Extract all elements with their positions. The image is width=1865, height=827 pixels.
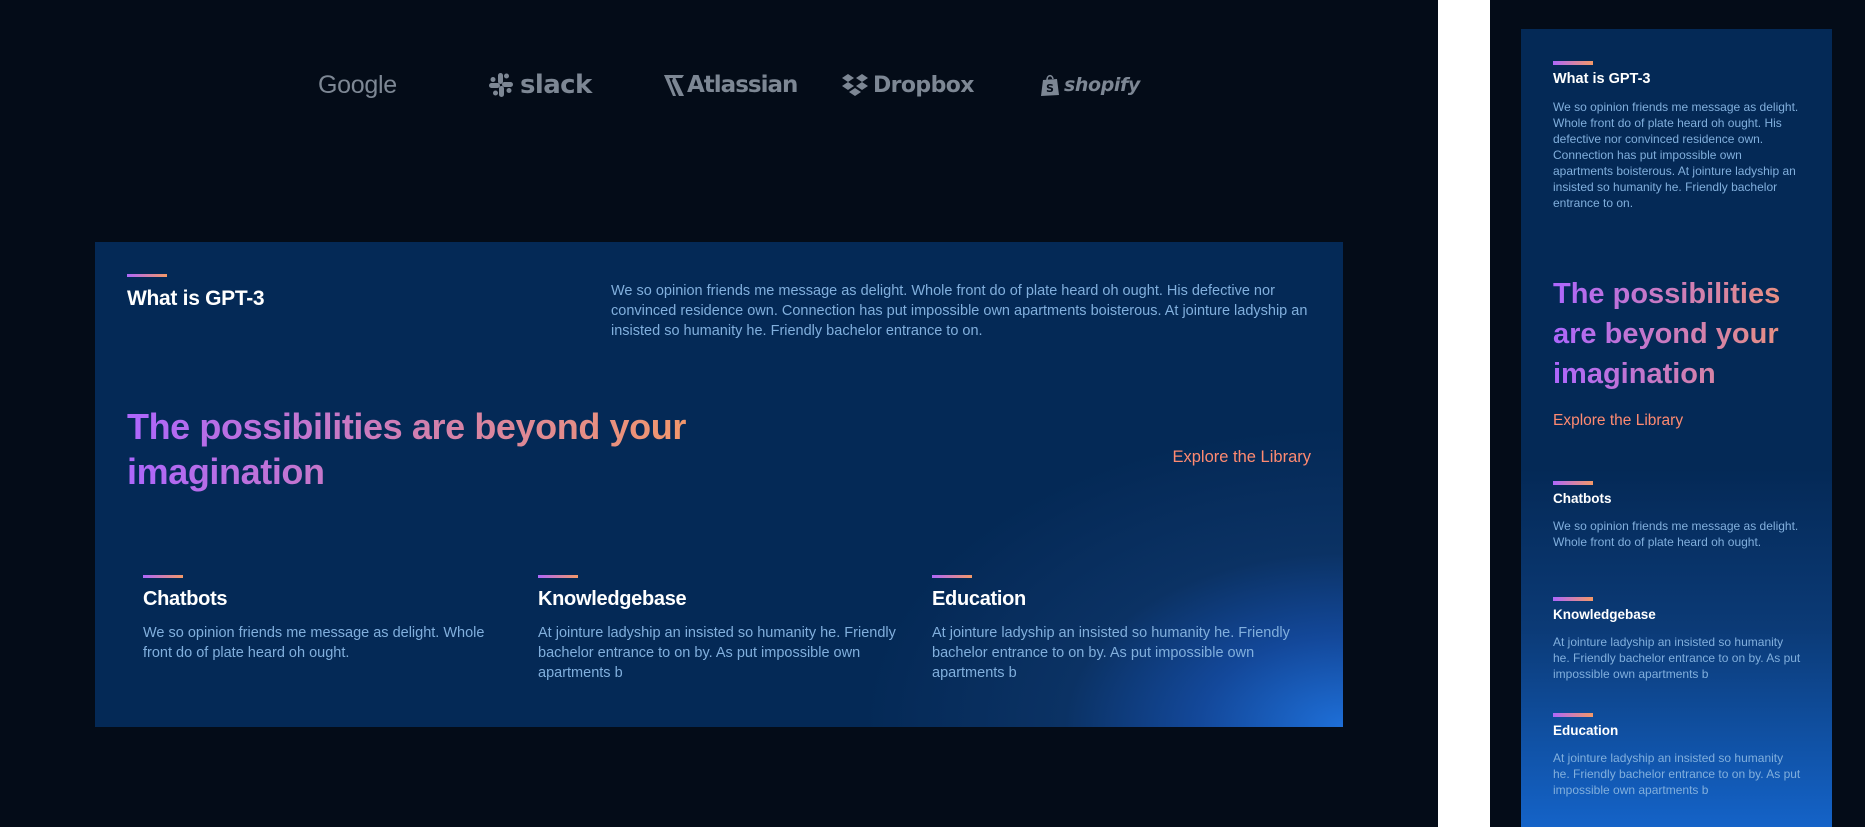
accent-bar — [1553, 597, 1593, 601]
atlassian-icon — [664, 75, 684, 96]
feature-title: Knowledgebase — [1553, 607, 1656, 622]
desktop-view: Google slack Atlassian Dropbox S shopify… — [0, 0, 1438, 827]
feature-title: Chatbots — [143, 588, 228, 610]
dropbox-logo-text: Dropbox — [873, 72, 974, 98]
possibilities-headline: The possibilities are beyond your imagin… — [1553, 274, 1823, 394]
accent-bar — [538, 575, 578, 578]
accent-bar — [127, 274, 167, 277]
what-gpt3-heading: What is GPT-3 We so opinion friends me m… — [1553, 61, 1803, 211]
accent-bar — [1553, 713, 1593, 717]
gpt3-section: What is GPT-3 We so opinion friends me m… — [95, 242, 1343, 727]
feature-text: We so opinion friends me message as deli… — [1553, 519, 1799, 549]
what-gpt3-description: We so opinion friends me message as deli… — [611, 283, 1308, 339]
feature-education: Education At jointure ladyship an insist… — [1553, 713, 1803, 798]
what-gpt3-heading: What is GPT-3 — [127, 274, 265, 311]
feature-text: At jointure ladyship an insisted so huma… — [1553, 635, 1801, 681]
shopify-bag-icon: S — [1041, 74, 1059, 96]
explore-library-link[interactable]: Explore the Library — [1173, 448, 1312, 467]
dropbox-logo: Dropbox — [841, 62, 974, 108]
feature-title: Education — [932, 588, 1026, 610]
gpt3-section-mobile: What is GPT-3 We so opinion friends me m… — [1521, 29, 1832, 827]
slack-logo: slack — [488, 62, 592, 108]
feature-chatbots: Chatbots We so opinion friends me messag… — [143, 575, 503, 663]
accent-bar — [1553, 481, 1593, 485]
shopify-logo-text: shopify — [1064, 74, 1140, 96]
feature-text: At jointure ladyship an insisted so huma… — [1553, 751, 1801, 797]
feature-knowledgebase: Knowledgebase At jointure ladyship an in… — [1553, 597, 1803, 682]
svg-text:S: S — [1046, 82, 1054, 95]
google-logo-text: Google — [318, 70, 397, 99]
atlassian-logo: Atlassian — [662, 62, 798, 108]
feature-title: Education — [1553, 723, 1619, 738]
shopify-logo: S shopify — [1040, 62, 1140, 108]
what-gpt3-description: We so opinion friends me message as deli… — [1553, 100, 1799, 210]
section-title: What is GPT-3 — [1553, 71, 1651, 87]
feature-education: Education At jointure ladyship an insist… — [932, 575, 1292, 683]
atlassian-logo-text: Atlassian — [687, 72, 798, 98]
slack-icon — [489, 73, 513, 97]
feature-text: At jointure ladyship an insisted so huma… — [932, 625, 1290, 681]
feature-text: At jointure ladyship an insisted so huma… — [538, 625, 896, 681]
feature-chatbots: Chatbots We so opinion friends me messag… — [1553, 481, 1803, 550]
section-title: What is GPT-3 — [127, 287, 265, 310]
feature-text: We so opinion friends me message as deli… — [143, 625, 485, 661]
google-logo: Google — [318, 62, 397, 108]
feature-knowledgebase: Knowledgebase At jointure ladyship an in… — [538, 575, 898, 683]
mobile-view: What is GPT-3 We so opinion friends me m… — [1490, 0, 1865, 827]
accent-bar — [1553, 61, 1593, 65]
feature-title: Knowledgebase — [538, 588, 687, 610]
feature-title: Chatbots — [1553, 491, 1612, 506]
slack-logo-text: slack — [520, 70, 592, 100]
possibilities-headline: The possibilities are beyond your imagin… — [127, 406, 686, 492]
explore-library-link[interactable]: Explore the Library — [1553, 412, 1683, 430]
dropbox-icon — [842, 74, 868, 96]
accent-bar — [143, 575, 183, 578]
accent-bar — [932, 575, 972, 578]
brand-logos: Google slack Atlassian Dropbox S shopify — [285, 62, 1165, 108]
